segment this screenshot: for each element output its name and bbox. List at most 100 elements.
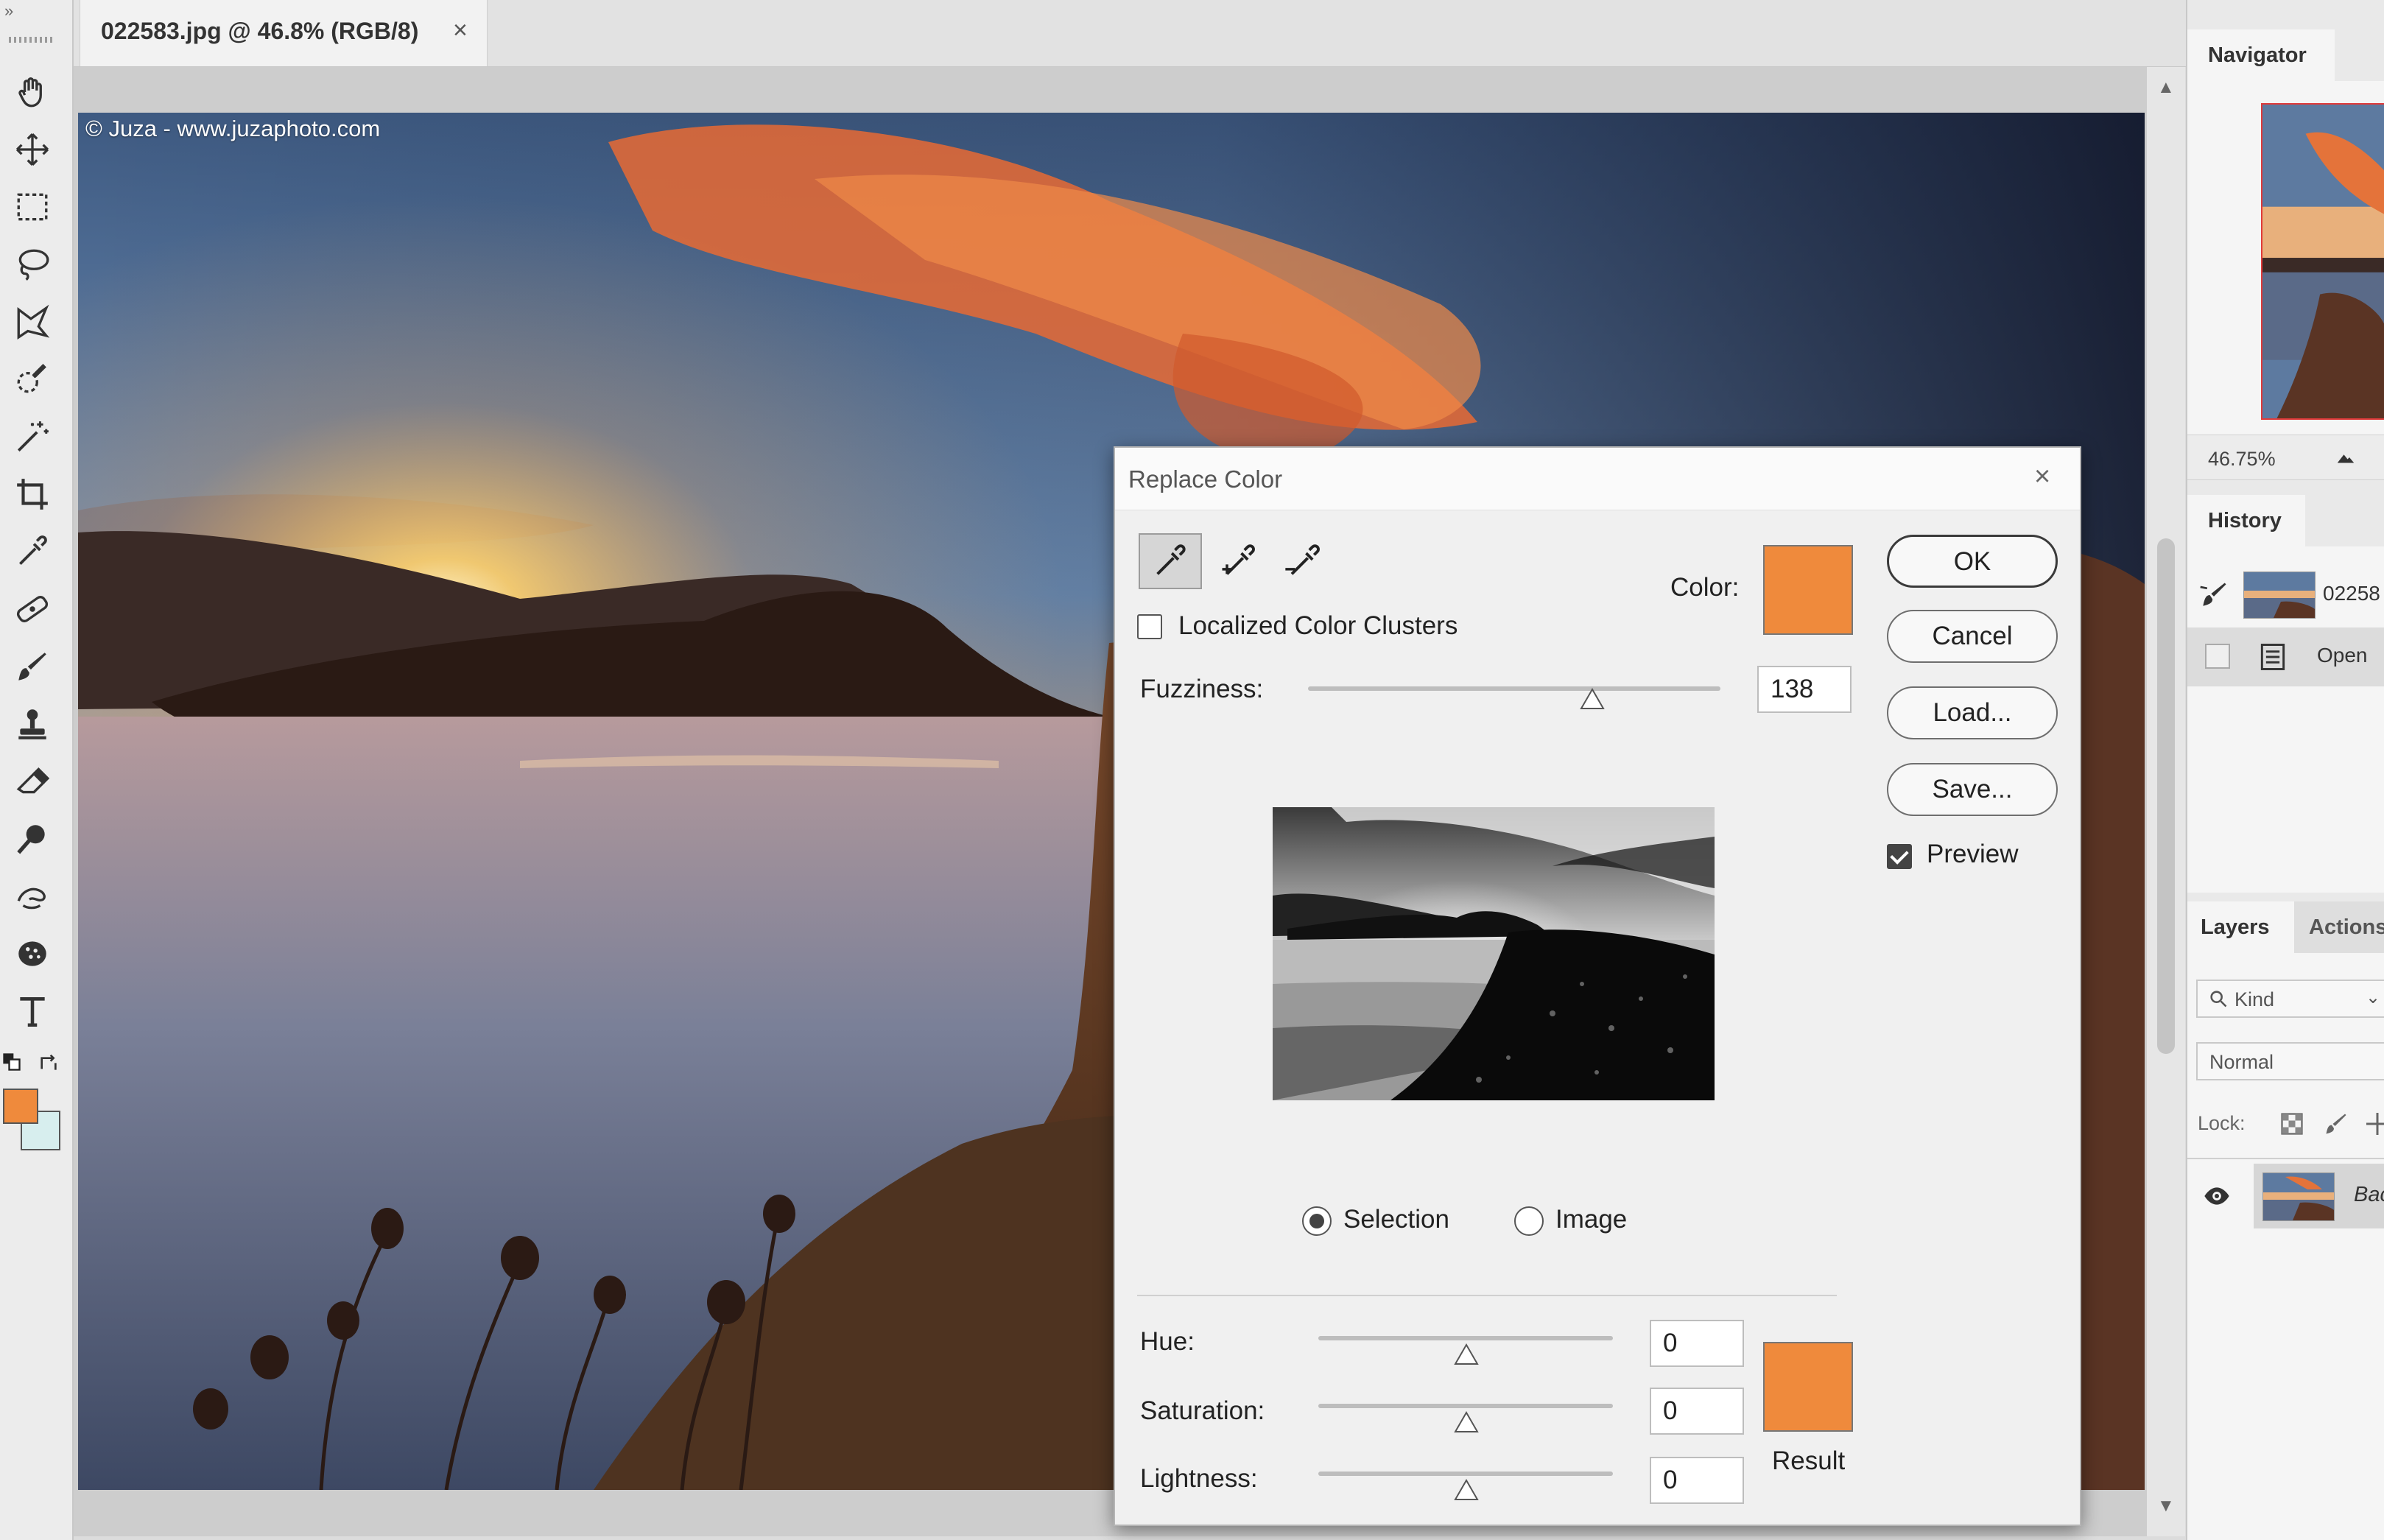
image-radio-label: Image bbox=[1555, 1205, 1628, 1234]
lock-image-pixels-icon[interactable] bbox=[2323, 1111, 2349, 1137]
lock-position-icon[interactable] bbox=[2364, 1111, 2384, 1137]
hand-tool-icon[interactable] bbox=[10, 70, 54, 114]
sample-color-swatch[interactable] bbox=[1763, 545, 1853, 635]
clone-stamp-tool-icon[interactable] bbox=[10, 702, 54, 746]
eyedropper-button[interactable] bbox=[1139, 533, 1202, 589]
layer-name: Bac bbox=[2354, 1183, 2384, 1206]
healing-brush-tool-icon[interactable] bbox=[10, 587, 54, 631]
eye-visibility-icon[interactable] bbox=[2202, 1181, 2232, 1211]
history-source-checkbox[interactable] bbox=[2205, 644, 2230, 669]
navigator-thumbnail[interactable] bbox=[2261, 103, 2384, 420]
result-color-swatch[interactable] bbox=[1763, 1342, 1853, 1432]
image-watermark: © Juza - www.juzaphoto.com bbox=[85, 116, 381, 141]
hue-slider-thumb[interactable] bbox=[1454, 1343, 1479, 1365]
dodge-tool-icon[interactable] bbox=[10, 817, 54, 861]
tab-layers[interactable]: Layers bbox=[2187, 901, 2294, 953]
polygonal-lasso-tool-icon[interactable] bbox=[10, 300, 54, 344]
cancel-button[interactable]: Cancel bbox=[1887, 610, 2058, 663]
dialog-separator bbox=[1137, 1295, 1837, 1296]
swap-colors-icon[interactable] bbox=[37, 1050, 60, 1074]
hue-input[interactable]: 0 bbox=[1650, 1320, 1744, 1367]
navigator-zoom-value[interactable]: 46.75% bbox=[2208, 448, 2276, 471]
eyedropper-plus-icon bbox=[1222, 544, 1255, 575]
lightness-label: Lightness: bbox=[1140, 1464, 1258, 1493]
fuzziness-slider-thumb[interactable] bbox=[1580, 688, 1606, 710]
marquee-tool-icon[interactable] bbox=[10, 185, 54, 229]
selection-radio[interactable] bbox=[1302, 1206, 1332, 1236]
ok-button[interactable]: OK bbox=[1887, 535, 2058, 588]
history-document-icon bbox=[2257, 641, 2289, 673]
selection-radio-label: Selection bbox=[1343, 1205, 1449, 1234]
tab-navigator[interactable]: Navigator bbox=[2187, 29, 2335, 81]
document-tab-close-button[interactable]: × bbox=[453, 16, 468, 45]
toolbox-panel: » bbox=[0, 0, 74, 1540]
eyedropper-minus-icon bbox=[1285, 544, 1320, 575]
document-tab-title: 022583.jpg @ 46.8% (RGB/8) bbox=[101, 18, 419, 44]
history-snapshot-label: 02258 bbox=[2323, 582, 2380, 605]
fuzziness-label: Fuzziness: bbox=[1140, 675, 1264, 703]
history-brush-source-icon[interactable] bbox=[2198, 579, 2230, 611]
lasso-tool-icon[interactable] bbox=[10, 242, 54, 286]
sponge-tool-icon[interactable] bbox=[10, 932, 54, 976]
scroll-down-arrow-icon[interactable]: ▼ bbox=[2157, 1496, 2175, 1516]
load-button[interactable]: Load... bbox=[1887, 686, 2058, 739]
fuzziness-input[interactable]: 138 bbox=[1757, 666, 1852, 713]
saturation-label: Saturation: bbox=[1140, 1396, 1265, 1425]
selection-mask-preview[interactable] bbox=[1273, 807, 1715, 1100]
toolbox-grip[interactable] bbox=[9, 37, 54, 43]
smudge-tool-icon[interactable] bbox=[10, 874, 54, 918]
tab-actions[interactable]: Actions bbox=[2294, 901, 2384, 953]
search-icon bbox=[2208, 988, 2229, 1009]
layer-row-background[interactable]: Bac bbox=[2187, 1164, 2384, 1228]
eyedropper-tool-icon[interactable] bbox=[10, 530, 54, 574]
dialog-titlebar[interactable]: Replace Color × bbox=[1115, 448, 2080, 510]
lock-transparent-pixels-icon[interactable] bbox=[2279, 1111, 2305, 1137]
history-item-label: Open bbox=[2317, 644, 2368, 667]
foreground-color-swatch[interactable] bbox=[3, 1089, 38, 1124]
fuzziness-slider-track[interactable] bbox=[1308, 686, 1720, 691]
layers-divider bbox=[2187, 1158, 2384, 1159]
result-label: Result bbox=[1772, 1446, 1846, 1475]
lightness-input[interactable]: 0 bbox=[1650, 1457, 1744, 1504]
history-snapshot-row[interactable]: 02258 bbox=[2187, 566, 2384, 625]
dialog-close-button[interactable]: × bbox=[2034, 461, 2050, 493]
zoom-out-mountain-icon[interactable] bbox=[2335, 446, 2357, 468]
type-tool-icon[interactable] bbox=[10, 989, 54, 1033]
scrollbar-thumb[interactable] bbox=[2157, 538, 2175, 1054]
lock-label: Lock: bbox=[2198, 1112, 2246, 1134]
add-to-sample-eyedropper-button[interactable] bbox=[1205, 533, 1268, 589]
brush-tool-icon[interactable] bbox=[10, 644, 54, 689]
hue-slider-track[interactable] bbox=[1318, 1336, 1613, 1340]
magic-wand-tool-icon[interactable] bbox=[10, 415, 54, 459]
save-button[interactable]: Save... bbox=[1887, 763, 2058, 816]
blend-mode-select[interactable]: Normal bbox=[2196, 1042, 2384, 1080]
lightness-slider-thumb[interactable] bbox=[1454, 1479, 1479, 1501]
layer-filter-field[interactable]: Kind ⌄ bbox=[2196, 980, 2384, 1018]
saturation-slider-track[interactable] bbox=[1318, 1404, 1613, 1408]
canvas-vertical-scrollbar[interactable]: ▲ ▼ bbox=[2147, 67, 2185, 1536]
scroll-up-arrow-icon[interactable]: ▲ bbox=[2157, 77, 2175, 98]
hue-label: Hue: bbox=[1140, 1327, 1195, 1356]
layer-thumbnail bbox=[2262, 1172, 2335, 1221]
document-tab[interactable]: 022583.jpg @ 46.8% (RGB/8) × bbox=[80, 0, 488, 66]
chevron-down-icon: ⌄ bbox=[2366, 988, 2381, 1008]
preview-label: Preview bbox=[1927, 840, 2019, 868]
move-tool-icon[interactable] bbox=[10, 127, 54, 172]
default-colors-icon[interactable] bbox=[1, 1052, 22, 1072]
tab-history[interactable]: History bbox=[2187, 495, 2305, 546]
preview-checkbox[interactable] bbox=[1887, 844, 1912, 869]
saturation-input[interactable]: 0 bbox=[1650, 1388, 1744, 1435]
subtract-from-sample-eyedropper-button[interactable] bbox=[1270, 533, 1333, 589]
history-item-open[interactable]: Open bbox=[2187, 627, 2384, 686]
quick-selection-tool-icon[interactable] bbox=[10, 357, 54, 401]
eraser-tool-icon[interactable] bbox=[10, 759, 54, 804]
lightness-slider-track[interactable] bbox=[1318, 1472, 1613, 1476]
collapse-toolbox-button[interactable]: » bbox=[4, 1, 13, 21]
crop-tool-icon[interactable] bbox=[10, 472, 54, 516]
saturation-slider-thumb[interactable] bbox=[1454, 1411, 1479, 1433]
localized-color-clusters-checkbox[interactable] bbox=[1137, 614, 1162, 639]
layer-filter-label: Kind bbox=[2234, 988, 2275, 1010]
image-radio[interactable] bbox=[1514, 1206, 1544, 1236]
eyedropper-icon bbox=[1156, 544, 1186, 575]
document-tab-bar: 022583.jpg @ 46.8% (RGB/8) × bbox=[74, 0, 2186, 67]
